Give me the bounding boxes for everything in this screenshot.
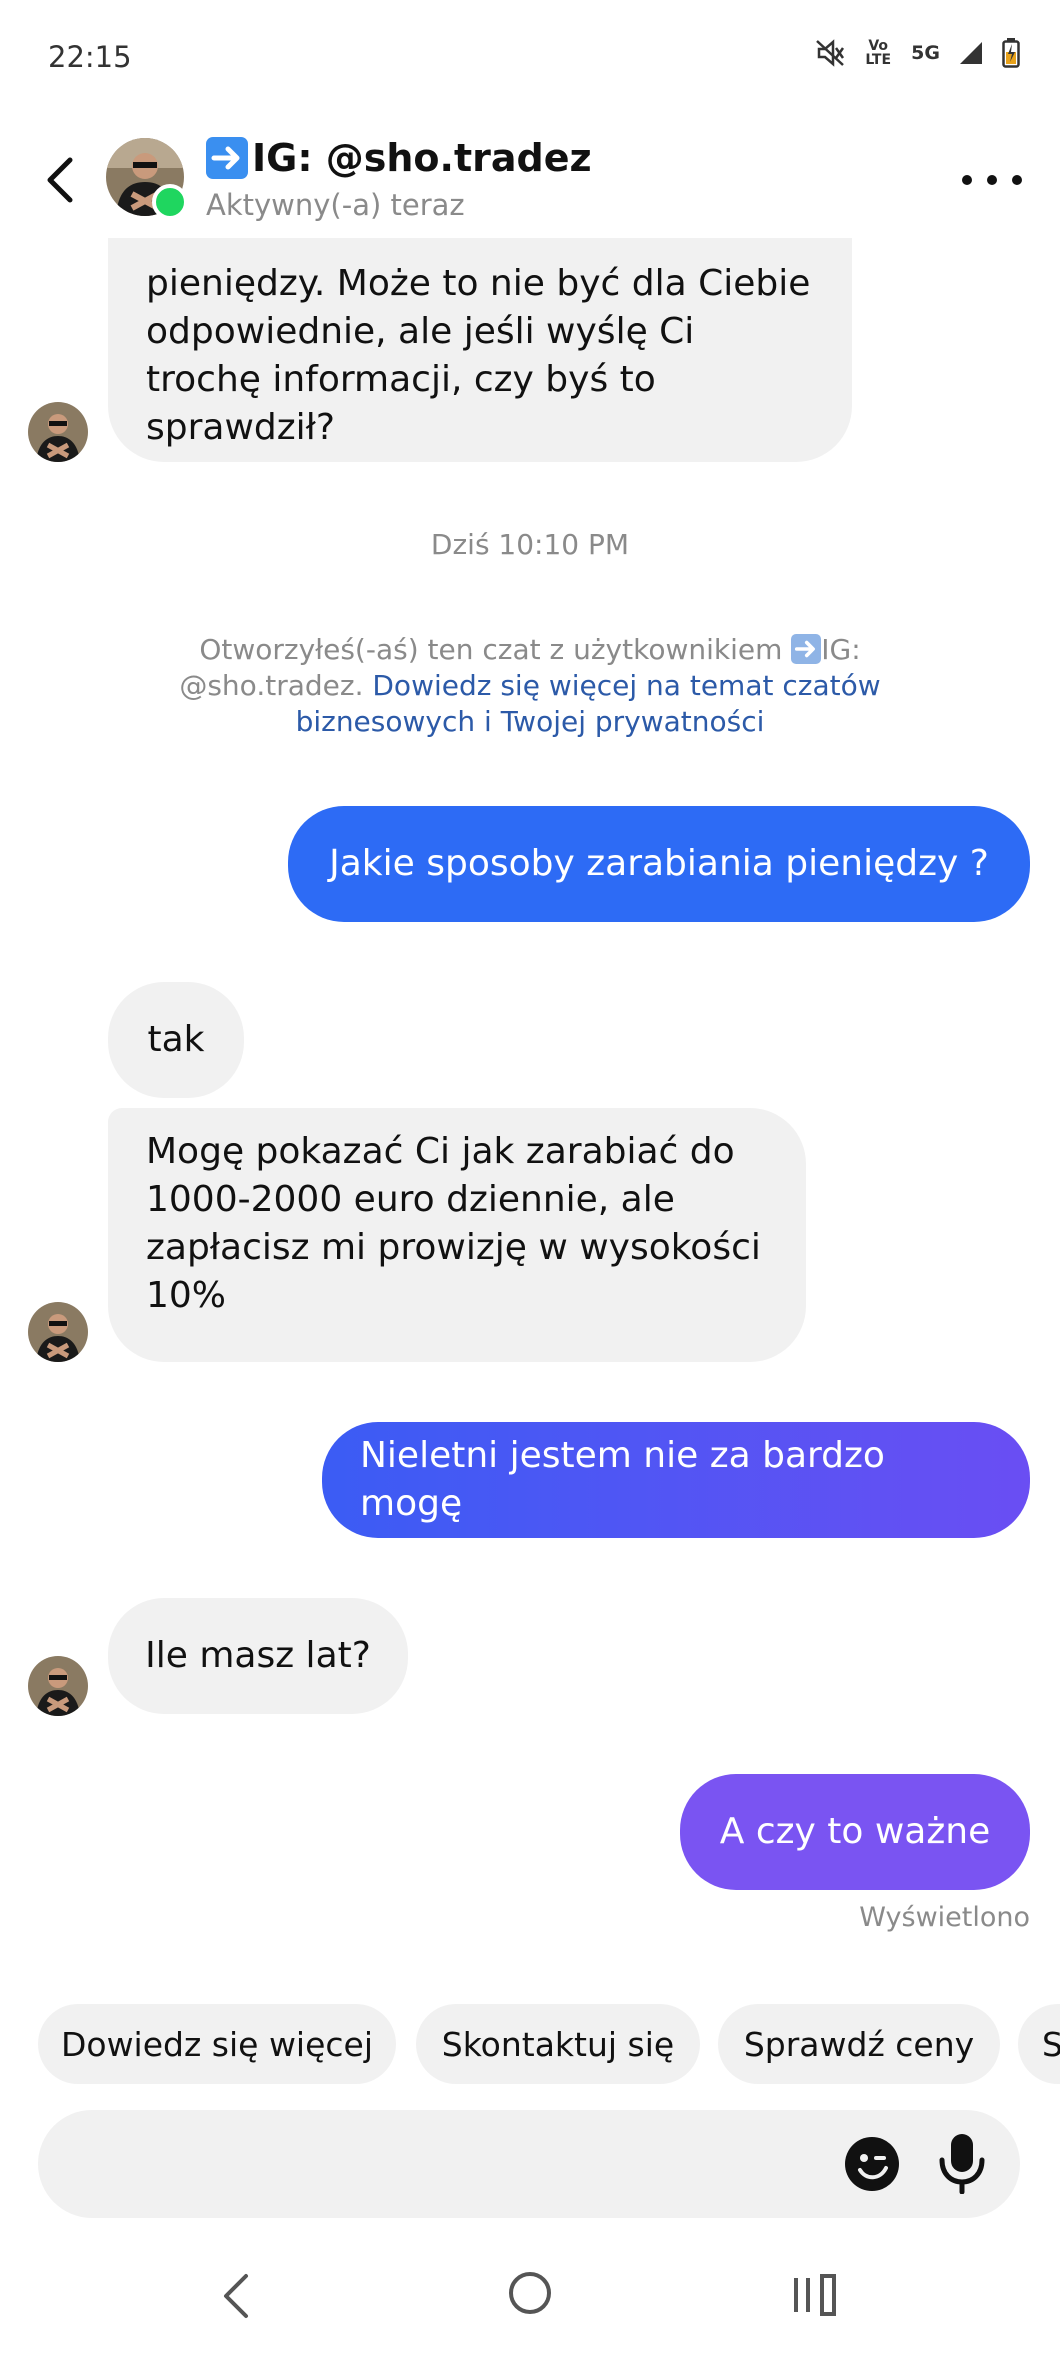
- status-bar: 22:15 Vo LTE 5G: [0, 0, 1060, 110]
- incoming-message[interactable]: Mogę pokazać Ci jak zarabiać do 1000-200…: [108, 1108, 806, 1362]
- dot-icon: [987, 175, 997, 185]
- quick-reply-contact[interactable]: Skontaktuj się: [416, 2004, 700, 2084]
- more-options-button[interactable]: [962, 160, 1022, 200]
- message-line: odpowiednie, ale jeśli wyślę Ci: [146, 311, 695, 352]
- status-icons: Vo LTE 5G: [815, 38, 1020, 68]
- notice-text: IG:: [821, 633, 861, 666]
- chat-header: IG: @sho.tradez Aktywny(-a) teraz: [0, 128, 1060, 238]
- notice-handle: @sho.tradez.: [179, 669, 364, 702]
- learn-more-link[interactable]: biznesowych i Twojej prywatności: [296, 705, 765, 738]
- back-button[interactable]: [30, 150, 90, 210]
- sticker-icon[interactable]: [844, 2136, 900, 2192]
- message-text: Ile masz lat?: [145, 1635, 371, 1676]
- message-line: pieniędzy. Może to nie być dla Ciebie: [146, 263, 811, 304]
- message-text: tak: [147, 1019, 205, 1060]
- message-line: 10%: [146, 1275, 227, 1316]
- seen-receipt: Wyświetlono: [859, 1902, 1030, 1933]
- chat-title[interactable]: IG: @sho.tradez: [206, 136, 592, 180]
- message-text: Nieletni jestem nie za bardzo mogę: [360, 1435, 885, 1524]
- message-text: Jakie sposoby zarabiania pieniędzy ?: [329, 843, 989, 884]
- nav-back-icon[interactable]: [212, 2270, 264, 2322]
- network-5g-icon: 5G: [911, 42, 940, 64]
- sender-avatar[interactable]: [28, 1302, 88, 1362]
- battery-icon: [1002, 38, 1020, 68]
- microphone-icon[interactable]: [934, 2132, 990, 2194]
- mute-icon: [816, 39, 845, 67]
- dot-icon: [962, 175, 972, 185]
- quick-reply-more[interactable]: S: [1018, 2004, 1060, 2084]
- nav-recent-apps-icon[interactable]: [790, 2270, 840, 2320]
- signal-icon: [960, 42, 982, 64]
- message-line: sprawdził?: [146, 407, 335, 448]
- status-time: 22:15: [48, 40, 132, 74]
- conversation[interactable]: pieniędzy. Może to nie być dla Ciebie od…: [0, 238, 1060, 1978]
- sender-avatar[interactable]: [28, 402, 88, 462]
- timestamp: Dziś 10:10 PM: [430, 528, 630, 561]
- business-chat-notice: Otworzyłeś(-aś) ten czat z użytkownikiem…: [170, 632, 890, 740]
- system-nav-bar: [0, 2240, 1060, 2356]
- volte-icon: Vo LTE: [865, 38, 892, 68]
- chat-name: IG: @sho.tradez: [252, 136, 592, 180]
- nav-home-icon[interactable]: [505, 2268, 555, 2318]
- incoming-message[interactable]: Ile masz lat?: [108, 1598, 408, 1714]
- outgoing-message[interactable]: Jakie sposoby zarabiania pieniędzy ?: [288, 806, 1030, 922]
- message-line: 1000-2000 euro dziennie, ale: [146, 1179, 675, 1220]
- sender-avatar[interactable]: [28, 1656, 88, 1716]
- chevron-left-icon: [47, 157, 73, 203]
- activity-status: Aktywny(-a) teraz: [206, 188, 465, 222]
- message-line: zapłacisz mi prowizję w wysokości: [146, 1227, 761, 1268]
- quick-reply-learn-more[interactable]: Dowiedz się więcej: [38, 2004, 396, 2084]
- online-indicator: [152, 184, 188, 220]
- outgoing-message[interactable]: A czy to ważne: [680, 1774, 1030, 1890]
- message-line: trochę informacji, czy byś to: [146, 359, 656, 400]
- notice-text: Otworzyłeś(-aś) ten czat z użytkownikiem: [199, 633, 783, 666]
- message-text: A czy to ważne: [719, 1811, 991, 1852]
- message-line: Mogę pokazać Ci jak zarabiać do: [146, 1131, 735, 1172]
- outgoing-message[interactable]: Nieletni jestem nie za bardzo mogę: [322, 1422, 1030, 1538]
- quick-replies: Dowiedz się więcej Skontaktuj się Sprawd…: [0, 2004, 1060, 2084]
- right-arrow-emoji-icon: [206, 137, 248, 179]
- learn-more-link[interactable]: Dowiedz się więcej na temat czatów: [372, 669, 880, 702]
- right-arrow-emoji-icon: [791, 634, 822, 664]
- incoming-message[interactable]: pieniędzy. Może to nie być dla Ciebie od…: [108, 238, 852, 462]
- incoming-message[interactable]: tak: [108, 982, 244, 1098]
- quick-reply-prices[interactable]: Sprawdź ceny: [718, 2004, 1000, 2084]
- dot-icon: [1012, 175, 1022, 185]
- message-composer[interactable]: [38, 2110, 1020, 2218]
